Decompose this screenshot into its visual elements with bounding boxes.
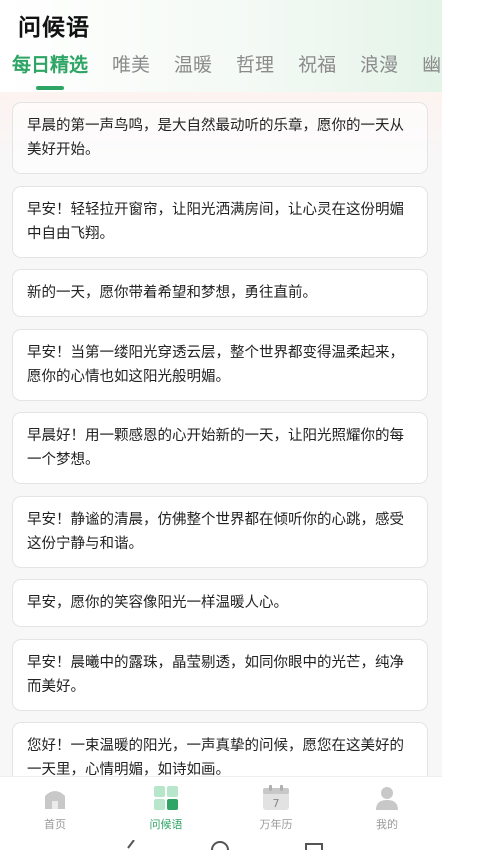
nav-home-icon[interactable] xyxy=(210,840,230,850)
greeting-card[interactable]: 早晨好！用一颗感恩的心开始新的一天，让阳光照耀你的每一个梦想。 xyxy=(12,412,428,484)
greeting-text: 您好！一束温暖的阳光，一声真挚的问候，愿您在这美好的一天里，心情明媚，如诗如画。 xyxy=(27,738,404,776)
tab-daily-picks[interactable]: 每日精选 xyxy=(12,48,88,92)
greeting-card[interactable]: 早安！静谧的清晨，仿佛整个世界都在倾听你的心跳，感受这份宁静与和谐。 xyxy=(12,496,428,568)
tabbar-calendar[interactable]: 7 万年历 xyxy=(236,785,316,832)
tab-romantic[interactable]: 浪漫 xyxy=(360,48,398,92)
tab-label: 祝福 xyxy=(298,54,337,76)
greeting-card[interactable]: 早安！轻轻拉开窗帘，让阳光洒满房间，让心灵在这份明媚中自由飞翔。 xyxy=(12,186,428,258)
greeting-card[interactable]: 您好！一束温暖的阳光，一声真挚的问候，愿您在这美好的一天里，心情明媚，如诗如画。 xyxy=(12,722,428,776)
greeting-text: 早安，愿你的笑容像阳光一样温暖人心。 xyxy=(27,595,288,611)
tab-warm[interactable]: 温暖 xyxy=(174,48,212,92)
tabbar-label: 问候语 xyxy=(149,818,183,831)
greeting-text: 早安！静谧的清晨，仿佛整个世界都在倾听你的心跳，感受这份宁静与和谐。 xyxy=(27,512,404,552)
user-icon xyxy=(376,787,398,810)
header: 问候语 每日精选 唯美 温暖 哲理 祝福 浪漫 幽 xyxy=(0,0,442,92)
tab-label: 唯美 xyxy=(112,54,151,76)
greeting-text: 新的一天，愿你带着希望和梦想，勇往直前。 xyxy=(27,285,317,301)
greeting-text: 早安！轻轻拉开窗帘，让阳光洒满房间，让心灵在这份明媚中自由飞翔。 xyxy=(27,202,404,242)
tabbar-label: 我的 xyxy=(376,818,398,831)
greeting-card[interactable]: 早安！当第一缕阳光穿透云层，整个世界都变得温柔起来，愿你的心情也如这阳光般明媚。 xyxy=(12,329,428,401)
greeting-card[interactable]: 早安！晨曦中的露珠，晶莹剔透，如同你眼中的光芒，纯净而美好。 xyxy=(12,639,428,711)
app-screen: 问候语 每日精选 唯美 温暖 哲理 祝福 浪漫 幽 早晨的第一声鸟鸣，是大自然最… xyxy=(0,0,442,850)
greeting-text: 早晨的第一声鸟鸣，是大自然最动听的乐章，愿你的一天从美好开始。 xyxy=(27,118,404,158)
calendar-day-number: 7 xyxy=(273,797,280,810)
greeting-text: 早晨好！用一颗感恩的心开始新的一天，让阳光照耀你的每一个梦想。 xyxy=(27,428,404,468)
greeting-text: 早安！晨曦中的露珠，晶莹剔透，如同你眼中的光芒，纯净而美好。 xyxy=(27,655,404,695)
tab-humor[interactable]: 幽 xyxy=(422,48,441,92)
greeting-card[interactable]: 早晨的第一声鸟鸣，是大自然最动听的乐章，愿你的一天从美好开始。 xyxy=(12,102,428,174)
tab-label: 幽 xyxy=(422,54,442,76)
tabbar-profile[interactable]: 我的 xyxy=(347,785,427,832)
greeting-text: 早安！当第一缕阳光穿透云层，整个世界都变得温柔起来，愿你的心情也如这阳光般明媚。 xyxy=(27,345,404,385)
nav-back-icon[interactable] xyxy=(120,840,140,850)
category-tabs: 每日精选 唯美 温暖 哲理 祝福 浪漫 幽 xyxy=(0,48,442,92)
tab-beautiful[interactable]: 唯美 xyxy=(112,48,150,92)
active-tab-indicator xyxy=(36,86,64,90)
tabbar-label: 首页 xyxy=(44,818,66,831)
grid-icon xyxy=(154,786,178,810)
tab-blessing[interactable]: 祝福 xyxy=(298,48,336,92)
tab-label: 浪漫 xyxy=(360,54,399,76)
bottom-tab-bar: 首页 问候语 7 万年历 我的 xyxy=(0,776,442,850)
tab-label: 哲理 xyxy=(236,54,275,76)
tab-philosophy[interactable]: 哲理 xyxy=(236,48,274,92)
calendar-icon: 7 xyxy=(263,785,289,810)
tabbar-greetings[interactable]: 问候语 xyxy=(126,785,206,832)
nav-recent-icon[interactable] xyxy=(304,840,324,850)
tabbar-label: 万年历 xyxy=(259,818,293,831)
page-title: 问候语 xyxy=(18,15,90,41)
greeting-card[interactable]: 早安，愿你的笑容像阳光一样温暖人心。 xyxy=(12,579,428,627)
greeting-card[interactable]: 新的一天，愿你带着希望和梦想，勇往直前。 xyxy=(12,269,428,317)
home-icon xyxy=(45,791,65,809)
tab-label: 温暖 xyxy=(174,54,213,76)
tabbar-home[interactable]: 首页 xyxy=(15,785,95,832)
tab-label: 每日精选 xyxy=(12,54,89,76)
greeting-list[interactable]: 早晨的第一声鸟鸣，是大自然最动听的乐章，愿你的一天从美好开始。 早安！轻轻拉开窗… xyxy=(0,92,442,776)
